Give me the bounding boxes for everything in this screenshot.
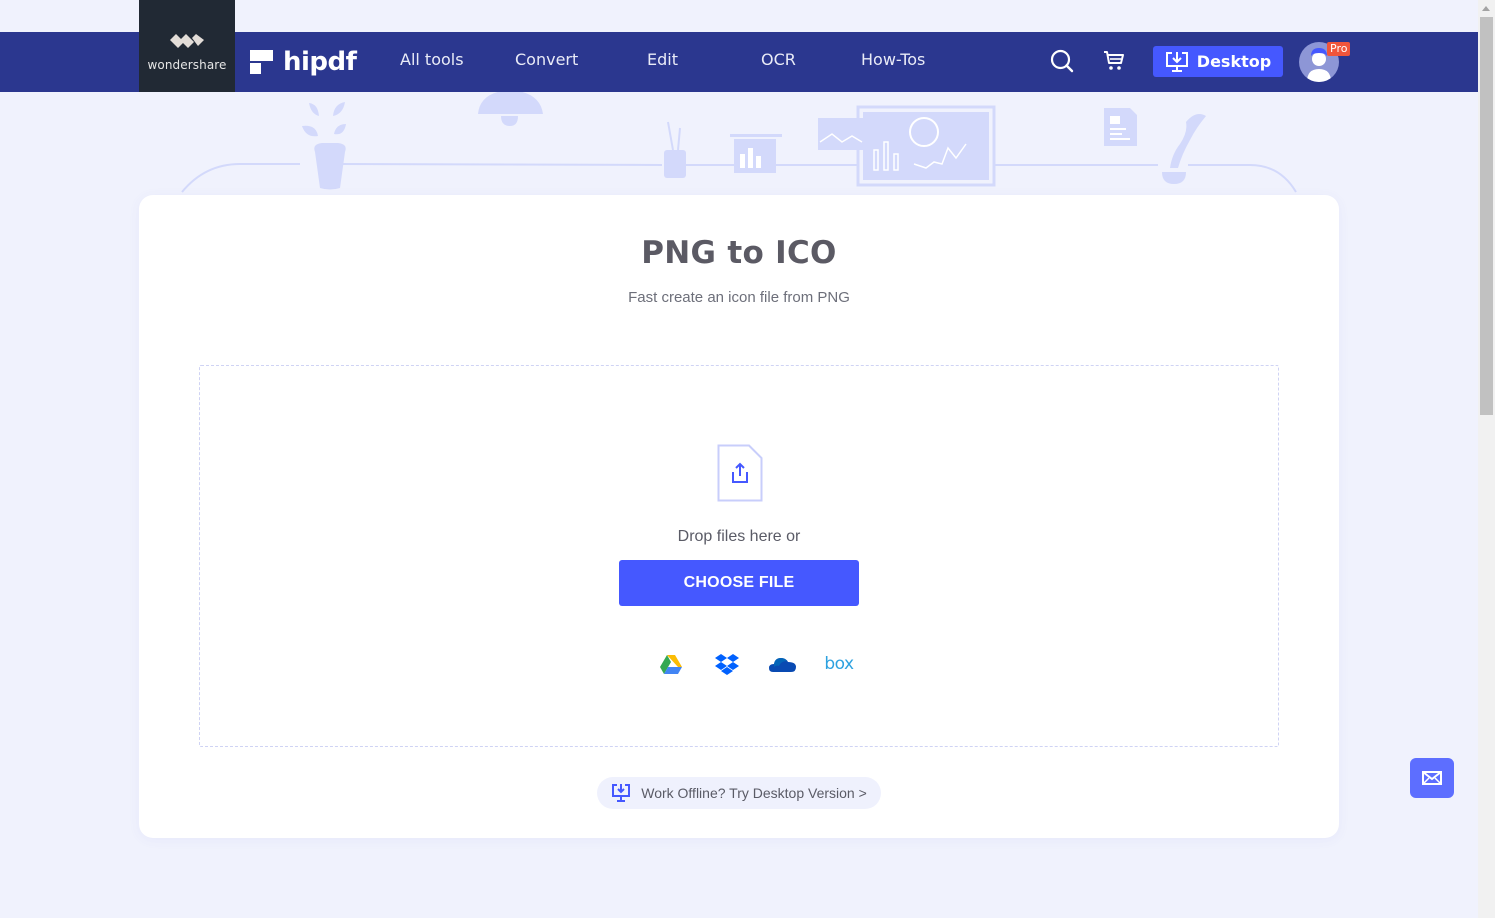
dropbox-button[interactable] [699, 650, 755, 678]
box-icon: box [824, 654, 854, 674]
scroll-up-arrow[interactable] [1482, 6, 1490, 11]
desktop-button-label: Desktop [1196, 52, 1272, 71]
feedback-button[interactable] [1410, 758, 1454, 798]
page-title: PNG to ICO [641, 235, 837, 271]
try-desktop-link[interactable]: Work Offline? Try Desktop Version > [597, 777, 881, 809]
desktop-download-icon [612, 784, 631, 802]
cloud-sources: box [643, 650, 867, 678]
wondershare-logo[interactable]: wondershare [139, 0, 235, 92]
file-upload-icon [717, 444, 763, 502]
hipdf-logo[interactable]: hipdf [250, 47, 357, 77]
drop-files-text: Drop files here or [677, 528, 801, 545]
nav-edit[interactable]: Edit [647, 50, 678, 69]
box-button[interactable]: box [811, 650, 867, 678]
nav-convert[interactable]: Convert [515, 50, 578, 69]
nav-ocr[interactable]: OCR [761, 50, 796, 69]
mail-icon [1422, 771, 1442, 785]
onedrive-icon [769, 658, 796, 672]
hipdf-mark-icon [250, 50, 273, 74]
header-illustration [181, 92, 1297, 193]
scroll-thumb[interactable] [1480, 17, 1493, 415]
wondershare-mark-icon [170, 34, 204, 48]
converter-card: PNG to ICO Fast create an icon file from… [139, 195, 1339, 838]
vertical-scrollbar[interactable] [1478, 0, 1495, 918]
pro-badge: Pro [1327, 42, 1351, 56]
desktop-download-button[interactable]: Desktop [1153, 46, 1283, 77]
nav-all-tools[interactable]: All tools [400, 50, 464, 69]
try-desktop-label: Work Offline? Try Desktop Version > [641, 785, 867, 801]
nav-how-tos[interactable]: How-Tos [861, 50, 925, 69]
dropbox-icon [715, 654, 739, 675]
google-drive-button[interactable] [643, 650, 699, 678]
file-dropzone[interactable]: Drop files here or CHOOSE FILE box [199, 365, 1279, 747]
search-icon[interactable] [1050, 48, 1074, 74]
desktop-download-icon [1165, 51, 1188, 72]
onedrive-button[interactable] [755, 650, 811, 678]
cart-icon[interactable] [1103, 50, 1125, 72]
google-drive-icon [660, 655, 682, 674]
page-subtitle: Fast create an icon file from PNG [628, 289, 850, 306]
wondershare-label: wondershare [147, 58, 227, 72]
choose-file-button[interactable]: CHOOSE FILE [619, 560, 859, 606]
hipdf-wordmark: hipdf [283, 47, 357, 77]
